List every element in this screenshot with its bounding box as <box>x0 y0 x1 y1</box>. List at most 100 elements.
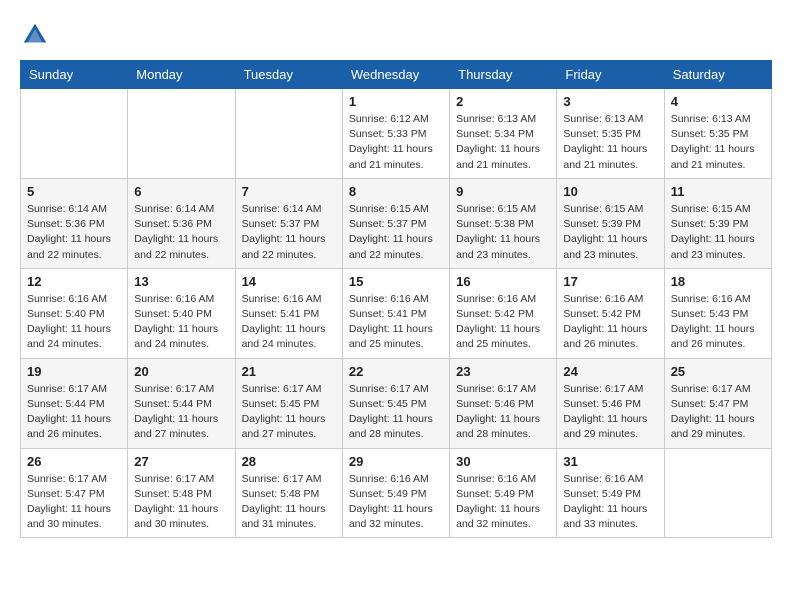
calendar-cell: 16 Sunrise: 6:16 AMSunset: 5:42 PMDayligh… <box>450 268 557 358</box>
day-info: Sunrise: 6:15 AMSunset: 5:39 PMDaylight:… <box>671 202 765 263</box>
day-info: Sunrise: 6:16 AMSunset: 5:40 PMDaylight:… <box>27 292 121 353</box>
day-info: Sunrise: 6:16 AMSunset: 5:49 PMDaylight:… <box>563 472 657 533</box>
day-info: Sunrise: 6:16 AMSunset: 5:42 PMDaylight:… <box>563 292 657 353</box>
day-number: 11 <box>671 184 765 199</box>
day-number: 18 <box>671 274 765 289</box>
day-info: Sunrise: 6:17 AMSunset: 5:46 PMDaylight:… <box>456 382 550 443</box>
calendar-cell: 3Sunrise: 6:13 AMSunset: 5:35 PMDaylight… <box>557 89 664 179</box>
day-number: 19 <box>27 364 121 379</box>
day-info: Sunrise: 6:16 AMSunset: 5:42 PMDaylight:… <box>456 292 550 353</box>
day-number: 20 <box>134 364 228 379</box>
day-number: 22 <box>349 364 443 379</box>
day-number: 8 <box>349 184 443 199</box>
day-number: 16 <box>456 274 550 289</box>
day-info: Sunrise: 6:15 AMSunset: 5:37 PMDaylight:… <box>349 202 443 263</box>
calendar-cell: 23 Sunrise: 6:17 AMSunset: 5:46 PMDayligh… <box>450 358 557 448</box>
day-info: Sunrise: 6:14 AMSunset: 5:36 PMDaylight:… <box>134 202 228 263</box>
day-info: Sunrise: 6:15 AMSunset: 5:38 PMDaylight:… <box>456 202 550 263</box>
day-number: 24 <box>563 364 657 379</box>
calendar-cell: 21 Sunrise: 6:17 AMSunset: 5:45 PMDayligh… <box>235 358 342 448</box>
day-number: 9 <box>456 184 550 199</box>
day-number: 6 <box>134 184 228 199</box>
day-of-week-header: Wednesday <box>342 61 449 89</box>
logo <box>20 20 56 50</box>
day-number: 10 <box>563 184 657 199</box>
calendar-cell: 12 Sunrise: 6:16 AMSunset: 5:40 PMDayligh… <box>21 268 128 358</box>
day-number: 3 <box>563 94 657 109</box>
calendar-cell: 24 Sunrise: 6:17 AMSunset: 5:46 PMDayligh… <box>557 358 664 448</box>
day-number: 7 <box>242 184 336 199</box>
calendar-table: SundayMondayTuesdayWednesdayThursdayFrid… <box>20 60 772 538</box>
calendar-cell: 31 Sunrise: 6:16 AMSunset: 5:49 PMDayligh… <box>557 448 664 538</box>
calendar-cell: 18 Sunrise: 6:16 AMSunset: 5:43 PMDayligh… <box>664 268 771 358</box>
calendar-cell: 25 Sunrise: 6:17 AMSunset: 5:47 PMDayligh… <box>664 358 771 448</box>
day-number: 25 <box>671 364 765 379</box>
calendar-cell: 4 Sunrise: 6:13 AMSunset: 5:35 PMDaylight… <box>664 89 771 179</box>
calendar-week-row: 12 Sunrise: 6:16 AMSunset: 5:40 PMDayligh… <box>21 268 772 358</box>
day-info: Sunrise: 6:13 AMSunset: 5:35 PMDaylight:… <box>671 112 765 173</box>
day-number: 2 <box>456 94 550 109</box>
calendar-cell: 17Sunrise: 6:16 AMSunset: 5:42 PMDayligh… <box>557 268 664 358</box>
day-info: Sunrise: 6:16 AMSunset: 5:49 PMDaylight:… <box>456 472 550 533</box>
page-header <box>20 20 772 50</box>
day-of-week-header: Saturday <box>664 61 771 89</box>
calendar-cell <box>128 89 235 179</box>
calendar-cell: 6 Sunrise: 6:14 AMSunset: 5:36 PMDaylight… <box>128 178 235 268</box>
calendar-cell: 10 Sunrise: 6:15 AMSunset: 5:39 PMDayligh… <box>557 178 664 268</box>
calendar-cell: 8 Sunrise: 6:15 AMSunset: 5:37 PMDaylight… <box>342 178 449 268</box>
logo-icon <box>20 20 50 50</box>
day-info: Sunrise: 6:16 AMSunset: 5:41 PMDaylight:… <box>349 292 443 353</box>
day-info: Sunrise: 6:17 AMSunset: 5:45 PMDaylight:… <box>242 382 336 443</box>
day-number: 29 <box>349 454 443 469</box>
day-info: Sunrise: 6:17 AMSunset: 5:48 PMDaylight:… <box>134 472 228 533</box>
day-of-week-header: Sunday <box>21 61 128 89</box>
calendar-cell: 27 Sunrise: 6:17 AMSunset: 5:48 PMDayligh… <box>128 448 235 538</box>
calendar-cell: 26 Sunrise: 6:17 AMSunset: 5:47 PMDayligh… <box>21 448 128 538</box>
calendar-cell: 30 Sunrise: 6:16 AMSunset: 5:49 PMDayligh… <box>450 448 557 538</box>
calendar-week-row: 26 Sunrise: 6:17 AMSunset: 5:47 PMDayligh… <box>21 448 772 538</box>
calendar-cell: 11 Sunrise: 6:15 AMSunset: 5:39 PMDayligh… <box>664 178 771 268</box>
calendar-cell: 20 Sunrise: 6:17 AMSunset: 5:44 PMDayligh… <box>128 358 235 448</box>
day-number: 23 <box>456 364 550 379</box>
day-number: 4 <box>671 94 765 109</box>
day-info: Sunrise: 6:14 AMSunset: 5:36 PMDaylight:… <box>27 202 121 263</box>
calendar-week-row: 1Sunrise: 6:12 AMSunset: 5:33 PMDaylight… <box>21 89 772 179</box>
day-info: Sunrise: 6:16 AMSunset: 5:43 PMDaylight:… <box>671 292 765 353</box>
day-number: 14 <box>242 274 336 289</box>
calendar-cell: 22 Sunrise: 6:17 AMSunset: 5:45 PMDayligh… <box>342 358 449 448</box>
day-info: Sunrise: 6:17 AMSunset: 5:45 PMDaylight:… <box>349 382 443 443</box>
calendar-week-row: 5 Sunrise: 6:14 AMSunset: 5:36 PMDaylight… <box>21 178 772 268</box>
calendar-cell: 7 Sunrise: 6:14 AMSunset: 5:37 PMDaylight… <box>235 178 342 268</box>
day-info: Sunrise: 6:17 AMSunset: 5:44 PMDaylight:… <box>27 382 121 443</box>
day-info: Sunrise: 6:15 AMSunset: 5:39 PMDaylight:… <box>563 202 657 263</box>
calendar-cell <box>21 89 128 179</box>
day-number: 12 <box>27 274 121 289</box>
calendar-cell: 1Sunrise: 6:12 AMSunset: 5:33 PMDaylight… <box>342 89 449 179</box>
day-info: Sunrise: 6:17 AMSunset: 5:46 PMDaylight:… <box>563 382 657 443</box>
day-info: Sunrise: 6:17 AMSunset: 5:47 PMDaylight:… <box>671 382 765 443</box>
day-of-week-header: Friday <box>557 61 664 89</box>
calendar-cell: 14Sunrise: 6:16 AMSunset: 5:41 PMDayligh… <box>235 268 342 358</box>
day-number: 21 <box>242 364 336 379</box>
day-number: 27 <box>134 454 228 469</box>
day-info: Sunrise: 6:17 AMSunset: 5:47 PMDaylight:… <box>27 472 121 533</box>
calendar-cell <box>235 89 342 179</box>
calendar-cell: 5 Sunrise: 6:14 AMSunset: 5:36 PMDaylight… <box>21 178 128 268</box>
day-number: 30 <box>456 454 550 469</box>
calendar-cell <box>664 448 771 538</box>
calendar-cell: 28Sunrise: 6:17 AMSunset: 5:48 PMDayligh… <box>235 448 342 538</box>
calendar-week-row: 19 Sunrise: 6:17 AMSunset: 5:44 PMDayligh… <box>21 358 772 448</box>
calendar-cell: 2 Sunrise: 6:13 AMSunset: 5:34 PMDaylight… <box>450 89 557 179</box>
day-info: Sunrise: 6:14 AMSunset: 5:37 PMDaylight:… <box>242 202 336 263</box>
day-info: Sunrise: 6:17 AMSunset: 5:44 PMDaylight:… <box>134 382 228 443</box>
calendar-cell: 29Sunrise: 6:16 AMSunset: 5:49 PMDayligh… <box>342 448 449 538</box>
day-number: 13 <box>134 274 228 289</box>
day-info: Sunrise: 6:13 AMSunset: 5:34 PMDaylight:… <box>456 112 550 173</box>
day-of-week-header: Monday <box>128 61 235 89</box>
day-info: Sunrise: 6:17 AMSunset: 5:48 PMDaylight:… <box>242 472 336 533</box>
day-number: 26 <box>27 454 121 469</box>
day-number: 31 <box>563 454 657 469</box>
day-info: Sunrise: 6:16 AMSunset: 5:40 PMDaylight:… <box>134 292 228 353</box>
calendar-cell: 15Sunrise: 6:16 AMSunset: 5:41 PMDayligh… <box>342 268 449 358</box>
day-number: 5 <box>27 184 121 199</box>
